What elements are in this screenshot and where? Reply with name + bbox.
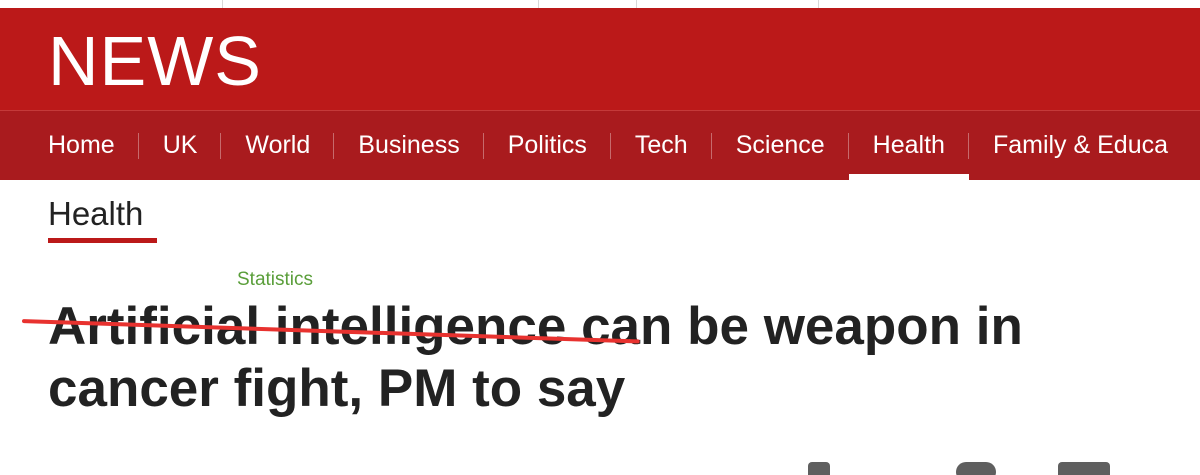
primary-nav: Home UK World Business Politics Tech Sci… — [0, 110, 1200, 180]
nav-item-home[interactable]: Home — [0, 111, 139, 180]
facebook-icon[interactable] — [808, 462, 830, 475]
masthead: NEWS — [0, 8, 1200, 110]
nav-item-label: Health — [872, 131, 945, 159]
nav-item-label: Business — [358, 131, 460, 159]
nav-item-uk[interactable]: UK — [139, 111, 222, 180]
share-tools — [780, 462, 1200, 475]
nav-item-family-education[interactable]: Family & Educa — [969, 111, 1192, 180]
nav-item-label: World — [245, 131, 311, 159]
section-title[interactable]: Health — [48, 194, 143, 234]
nav-item-label: Politics — [507, 131, 587, 159]
nav-item-tech[interactable]: Tech — [611, 111, 712, 180]
article-headline: Artificial intelligence can be weapon in… — [48, 296, 1198, 420]
section-title-underline — [48, 238, 157, 243]
nav-item-label: Home — [48, 131, 115, 159]
nav-item-world[interactable]: World — [221, 111, 335, 180]
nav-item-label: Science — [735, 131, 825, 159]
headline-struck-text: Artificial intelligence — [48, 297, 567, 356]
nav-item-science[interactable]: Science — [712, 111, 849, 180]
messenger-icon[interactable] — [956, 462, 996, 475]
nav-item-label: UK — [162, 131, 198, 159]
article-tag[interactable]: Statistics — [237, 269, 313, 291]
nav-item-business[interactable]: Business — [334, 111, 484, 180]
nav-item-label: Family & Educa — [992, 131, 1168, 159]
nav-item-label: Tech — [634, 131, 688, 159]
news-logo[interactable]: NEWS — [48, 26, 262, 96]
nav-item-health[interactable]: Health — [848, 111, 970, 180]
nav-item-politics[interactable]: Politics — [484, 111, 611, 180]
twitter-icon[interactable] — [1058, 462, 1110, 475]
